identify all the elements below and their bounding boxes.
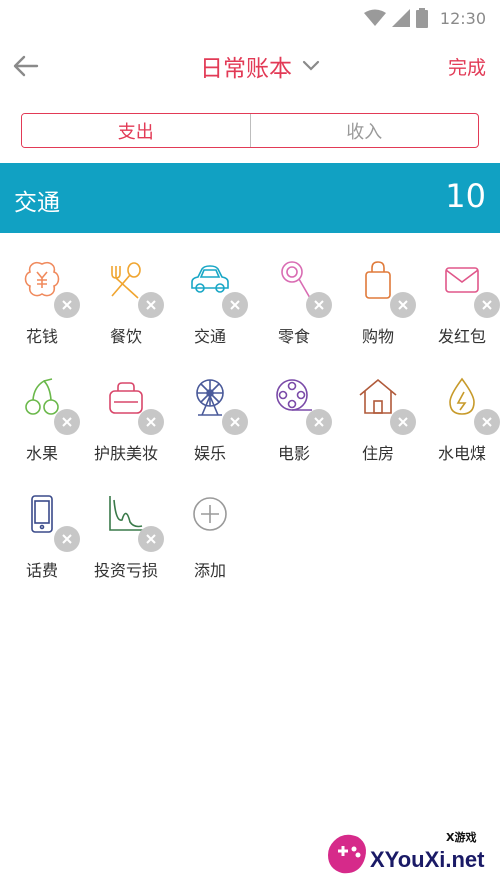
- category-item[interactable]: 话费: [0, 482, 84, 587]
- category-item[interactable]: 发红包: [420, 248, 500, 353]
- close-icon: [62, 417, 72, 427]
- page-title: 日常账本: [200, 56, 292, 82]
- category-item[interactable]: 娱乐: [168, 365, 252, 470]
- delete-badge[interactable]: [138, 292, 164, 318]
- close-icon: [482, 417, 492, 427]
- close-icon: [146, 300, 156, 310]
- category-item[interactable]: 餐饮: [84, 248, 168, 353]
- close-icon: [62, 300, 72, 310]
- watermark-small-text: X游戏: [446, 831, 477, 844]
- category-item[interactable]: 水果: [0, 365, 84, 470]
- chevron-down-icon: [302, 60, 320, 71]
- category-item[interactable]: 购物: [336, 248, 420, 353]
- close-icon: [146, 417, 156, 427]
- delete-badge[interactable]: [474, 409, 500, 435]
- category-item[interactable]: 花钱: [0, 248, 84, 353]
- category-label: 发红包: [437, 327, 486, 346]
- delete-badge[interactable]: [222, 292, 248, 318]
- category-label: 水果: [25, 444, 58, 463]
- arrow-left-icon: [13, 55, 39, 77]
- close-icon: [398, 300, 408, 310]
- category-label: 零食: [277, 327, 310, 346]
- category-label: 电影: [277, 444, 310, 463]
- delete-badge[interactable]: [138, 526, 164, 552]
- status-bar: 12:30: [0, 0, 500, 36]
- delete-badge[interactable]: [306, 409, 332, 435]
- category-label: 餐饮: [109, 327, 142, 346]
- tab-income[interactable]: 收入: [249, 114, 479, 147]
- close-icon: [398, 417, 408, 427]
- delete-badge[interactable]: [390, 409, 416, 435]
- category-label: 购物: [361, 327, 394, 346]
- wifi-icon: [363, 9, 386, 26]
- category-item[interactable]: 交通: [168, 248, 252, 353]
- category-label: 护肤美妆: [93, 444, 158, 463]
- category-label: 娱乐: [193, 444, 226, 463]
- add-category-button[interactable]: 添加: [168, 482, 252, 587]
- watermark-brand: XYouXi.net: [370, 847, 485, 872]
- category-item[interactable]: 零食: [252, 248, 336, 353]
- selected-category-banner: 交通 10: [0, 163, 500, 233]
- category-item[interactable]: 住房: [336, 365, 420, 470]
- delete-badge[interactable]: [138, 409, 164, 435]
- delete-badge[interactable]: [474, 292, 500, 318]
- category-item[interactable]: 护肤美妆: [84, 365, 168, 470]
- delete-badge[interactable]: [390, 292, 416, 318]
- delete-badge[interactable]: [306, 292, 332, 318]
- delete-badge[interactable]: [54, 526, 80, 552]
- close-icon: [482, 300, 492, 310]
- watermark: X游戏 XYouXi.net: [324, 823, 494, 883]
- category-item[interactable]: 电影: [252, 365, 336, 470]
- app-bar: 日常账本 完成: [0, 36, 500, 96]
- delete-badge[interactable]: [54, 292, 80, 318]
- category-label: 添加: [193, 561, 226, 580]
- category-label: 交通: [193, 327, 226, 346]
- signal-icon: [391, 9, 410, 27]
- battery-icon: [415, 8, 428, 28]
- close-icon: [230, 300, 240, 310]
- delete-badge[interactable]: [54, 409, 80, 435]
- close-icon: [314, 300, 324, 310]
- plus-circle-icon: [193, 497, 227, 531]
- delete-badge[interactable]: [222, 409, 248, 435]
- type-segmented-control: 支出 收入: [21, 113, 479, 148]
- book-selector[interactable]: 日常账本: [200, 50, 320, 82]
- category-item[interactable]: 投资亏损: [84, 482, 168, 587]
- amount-display[interactable]: 10: [445, 177, 486, 215]
- close-icon: [62, 534, 72, 544]
- tab-expense[interactable]: 支出: [22, 114, 250, 147]
- done-button[interactable]: 完成: [448, 53, 486, 80]
- category-label: 花钱: [25, 327, 58, 346]
- close-icon: [146, 534, 156, 544]
- category-label: 话费: [25, 561, 58, 580]
- back-button[interactable]: [10, 50, 42, 82]
- category-label: 住房: [361, 444, 394, 463]
- close-icon: [314, 417, 324, 427]
- status-time: 12:30: [439, 8, 486, 28]
- gamepad-logo-icon: [328, 834, 366, 874]
- category-item[interactable]: 水电煤: [420, 365, 500, 470]
- close-icon: [230, 417, 240, 427]
- category-label: 水电煤: [437, 444, 486, 463]
- category-label: 投资亏损: [93, 561, 158, 580]
- status-icons: 12:30: [363, 6, 486, 30]
- selected-category-label: 交通: [14, 190, 60, 216]
